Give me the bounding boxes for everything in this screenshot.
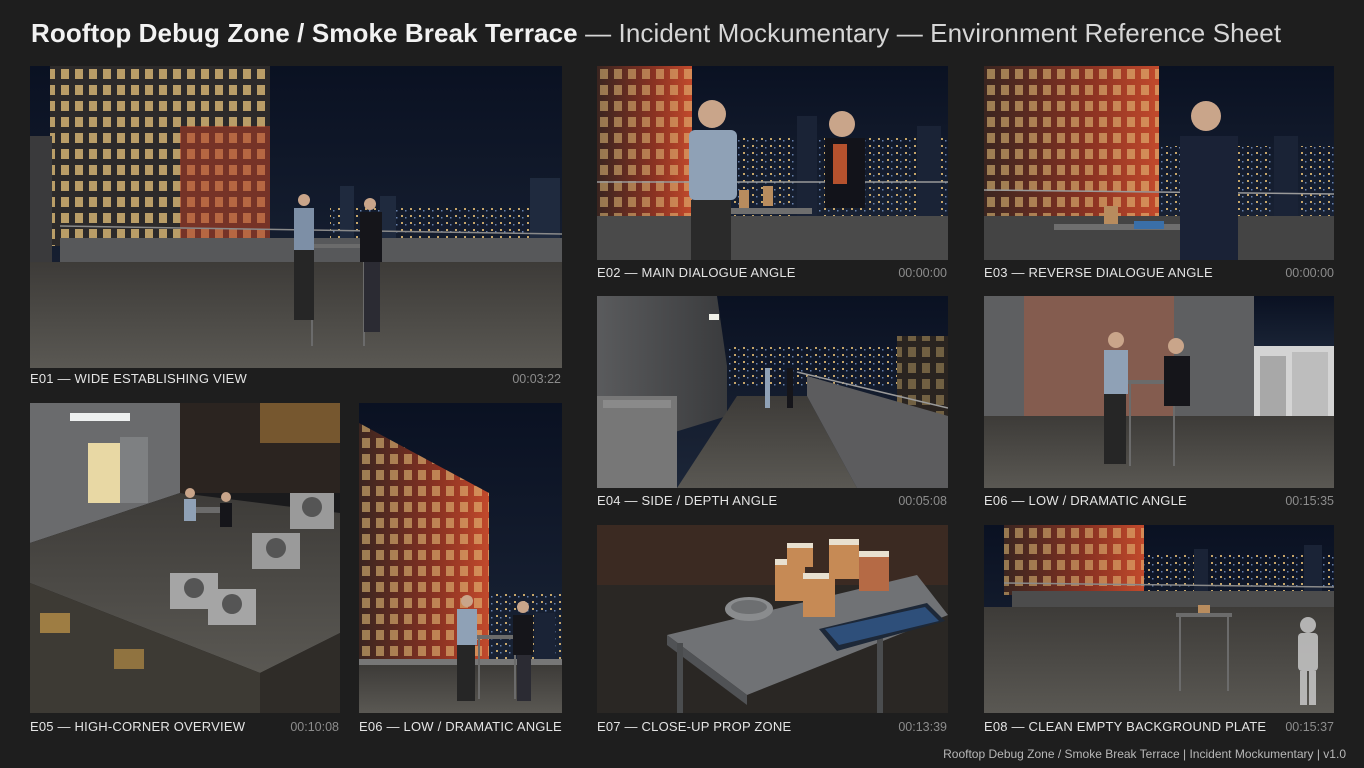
main-dialogue-scene (597, 66, 948, 260)
frame-e02-image[interactable] (597, 66, 948, 260)
frame-e08-timecode: 00:15:37 (1285, 720, 1334, 734)
frame-e04-label: E04 — SIDE / DEPTH ANGLE (597, 493, 778, 508)
frame-e08-image[interactable] (984, 525, 1334, 713)
high-corner-overview-scene (30, 403, 340, 713)
frame-e04-image[interactable] (597, 296, 948, 488)
frame-e03-label: E03 — REVERSE DIALOGUE ANGLE (984, 265, 1213, 280)
frame-e05-image[interactable] (30, 403, 340, 713)
frame-e06b-label: E06 — LOW / DRAMATIC ANGLE (359, 719, 562, 734)
frame-e07-timecode: 00:13:39 (898, 720, 947, 734)
frame-e07-label: E07 — CLOSE-UP PROP ZONE (597, 719, 792, 734)
wide-establishing-scene (30, 66, 562, 368)
frame-e05-label: E05 — HIGH-CORNER OVERVIEW (30, 719, 246, 734)
title-sub: — Incident Mockumentary — Environment Re… (577, 18, 1282, 48)
frame-e02-label: E02 — MAIN DIALOGUE ANGLE (597, 265, 796, 280)
frame-e03-timecode: 00:00:00 (1285, 266, 1334, 280)
footer-credit: Rooftop Debug Zone / Smoke Break Terrace… (943, 747, 1346, 761)
frame-e05-timecode: 00:10:08 (290, 720, 339, 734)
frame-e01-timecode: 00:03:22 (512, 372, 561, 386)
low-dramatic-alt-scene (359, 403, 562, 713)
frame-e01-image[interactable] (30, 66, 562, 368)
frame-e04-timecode: 00:05:08 (898, 494, 947, 508)
reverse-dialogue-scene (984, 66, 1334, 260)
close-up-prop-scene (597, 525, 948, 713)
clean-empty-plate-scene (984, 525, 1334, 713)
frame-e01-label: E01 — WIDE ESTABLISHING VIEW (30, 371, 248, 386)
frame-e08-label: E08 — CLEAN EMPTY BACKGROUND PLATE (984, 719, 1267, 734)
frame-e03-image[interactable] (984, 66, 1334, 260)
low-dramatic-scene (984, 296, 1334, 488)
frame-e06b-image[interactable] (359, 403, 562, 713)
frame-e06-label: E06 — LOW / DRAMATIC ANGLE (984, 493, 1187, 508)
frame-e07-image[interactable] (597, 525, 948, 713)
page-title: Rooftop Debug Zone / Smoke Break Terrace… (31, 18, 1281, 49)
frame-e06-image[interactable] (984, 296, 1334, 488)
title-main: Rooftop Debug Zone / Smoke Break Terrace (31, 18, 578, 48)
frame-e02-timecode: 00:00:00 (898, 266, 947, 280)
frame-e06-timecode: 00:15:35 (1285, 494, 1334, 508)
side-depth-scene (597, 296, 948, 488)
